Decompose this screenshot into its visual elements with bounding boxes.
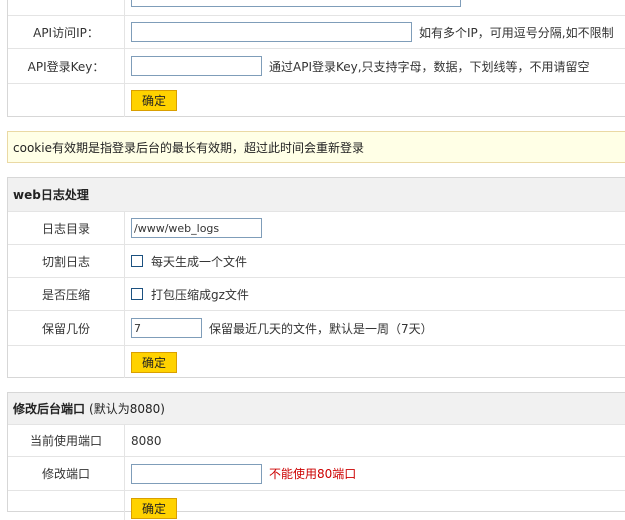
previous-input-edge[interactable] xyxy=(131,0,461,7)
weblog-compress-row: 是否压缩 打包压缩成gz文件 xyxy=(8,277,625,310)
port-change-input[interactable] xyxy=(131,463,262,484)
port-title-bar: 修改后台端口 (默认为8080) xyxy=(8,393,625,424)
weblog-dir-row: 日志目录 xyxy=(8,211,625,244)
api-ip-row: API访问IP： 如有多个IP，可用逗号分隔,如不限制 xyxy=(8,15,625,48)
port-change-row: 修改端口 不能使用80端口 xyxy=(8,456,625,490)
weblog-split-label: 切割日志 xyxy=(41,254,90,269)
weblog-dir-label: 日志目录 xyxy=(41,221,90,236)
api-ip-hint: 如有多个IP，可用逗号分隔,如不限制 xyxy=(419,25,614,40)
api-submit-row: 确定 xyxy=(8,83,625,117)
port-panel: 修改后台端口 (默认为8080) 当前使用端口 8080 修改端口 不能使用80… xyxy=(7,392,625,520)
weblog-keep-label: 保留几份 xyxy=(41,321,90,336)
weblog-dir-input[interactable] xyxy=(131,218,262,238)
port-current-row: 当前使用端口 8080 xyxy=(8,424,625,456)
api-ip-label: API访问IP： xyxy=(33,25,99,40)
weblog-submit-row: 确定 xyxy=(8,345,625,378)
weblog-split-checkbox[interactable] xyxy=(131,255,143,267)
port-current-value: 8080 xyxy=(131,433,162,448)
port-current-label: 当前使用端口 xyxy=(29,434,102,448)
cookie-notice-text: cookie有效期是指登录后台的最长有效期，超过此时间会重新登录 xyxy=(13,140,364,155)
port-submit-button[interactable]: 确定 xyxy=(131,498,177,519)
api-settings-panel: API访问IP： 如有多个IP，可用逗号分隔,如不限制 API登录Key： 通过… xyxy=(7,0,625,117)
api-key-label: API登录Key： xyxy=(27,59,105,74)
weblog-keep-row: 保留几份 保留最近几天的文件，默认是一周（7天） xyxy=(8,310,625,345)
api-key-row: API登录Key： 通过API登录Key,只支持字母，数据，下划线等，不用请留空 xyxy=(8,48,625,83)
weblog-split-row: 切割日志 每天生成一个文件 xyxy=(8,244,625,277)
weblog-keep-hint: 保留最近几天的文件，默认是一周（7天） xyxy=(209,321,433,336)
api-key-input[interactable] xyxy=(131,56,262,76)
weblog-title: web日志处理 xyxy=(13,188,89,202)
port-submit-row: 确定 xyxy=(8,490,625,520)
weblog-submit-button[interactable]: 确定 xyxy=(131,351,177,373)
api-submit-button[interactable]: 确定 xyxy=(131,90,177,111)
cookie-notice: cookie有效期是指登录后台的最长有效期，超过此时间会重新登录 xyxy=(7,131,625,163)
port-title: 修改后台端口 xyxy=(13,402,86,416)
api-ip-input[interactable] xyxy=(131,22,412,42)
port-change-hint: 不能使用80端口 xyxy=(269,467,357,481)
weblog-compress-option: 打包压缩成gz文件 xyxy=(151,287,249,302)
weblog-compress-label: 是否压缩 xyxy=(41,287,90,302)
port-change-label: 修改端口 xyxy=(41,467,90,481)
weblog-panel: web日志处理 日志目录 切割日志 每天生成一个文件 是否压缩 打包压缩成gz文… xyxy=(7,177,625,378)
api-key-hint: 通过API登录Key,只支持字母，数据，下划线等，不用请留空 xyxy=(269,59,590,74)
weblog-compress-checkbox[interactable] xyxy=(131,288,143,300)
port-title-sub: (默认为8080) xyxy=(89,402,165,416)
weblog-title-bar: web日志处理 xyxy=(8,178,625,211)
weblog-split-option: 每天生成一个文件 xyxy=(151,254,248,269)
api-previous-row xyxy=(8,0,625,15)
weblog-keep-input[interactable] xyxy=(131,318,202,338)
